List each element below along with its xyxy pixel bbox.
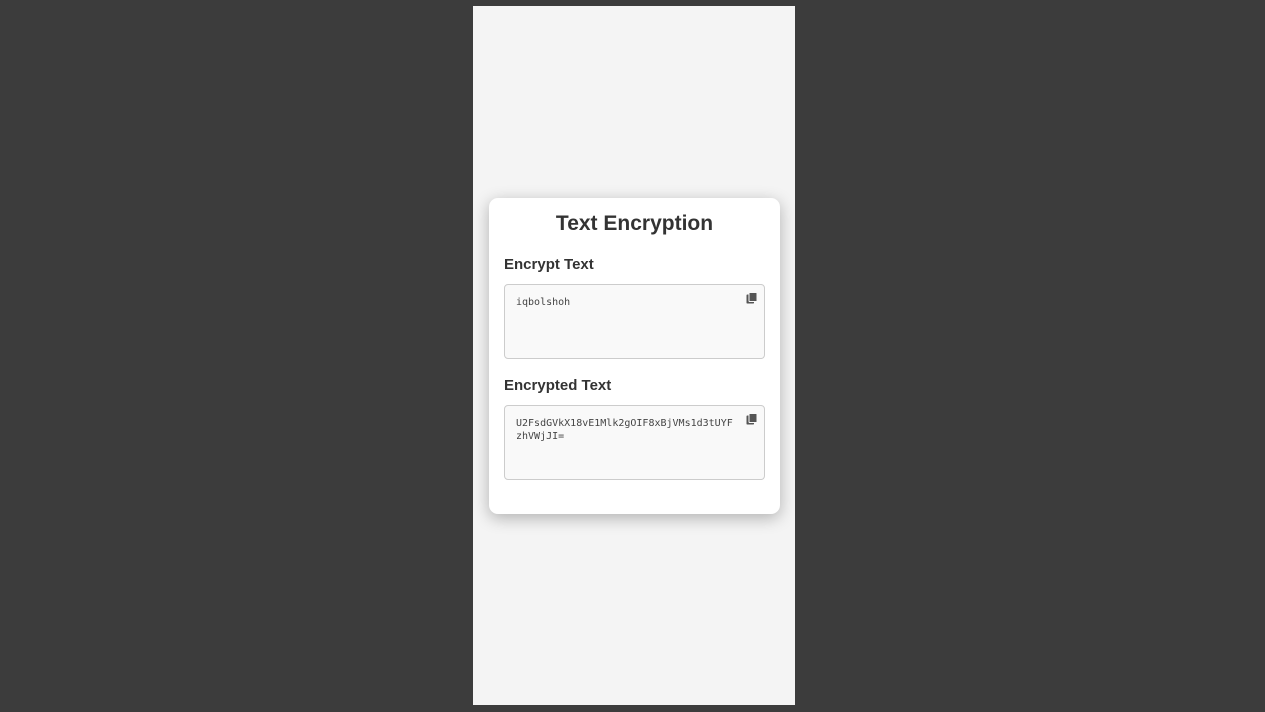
encrypted-text-label: Encrypted Text	[504, 377, 612, 394]
copy-encrypted-text-button[interactable]	[746, 413, 758, 425]
encrypted-text-field: U2FsdGVkX18vE1Mlk2gOIF8xBjVMs1d3tUYFzhVW…	[504, 405, 765, 480]
encrypt-text-field: iqbolshoh	[504, 284, 765, 359]
encrypt-text-label: Encrypt Text	[504, 256, 594, 273]
copy-icon	[746, 292, 758, 304]
copy-encrypt-text-button[interactable]	[746, 292, 758, 304]
app-viewport: Text Encryption Encrypt Text iqbolshoh E…	[473, 6, 795, 705]
encrypt-text-input[interactable]: iqbolshoh	[505, 285, 764, 358]
page-title: Text Encryption	[555, 212, 714, 235]
copy-icon	[746, 413, 758, 425]
encrypted-text-output[interactable]: U2FsdGVkX18vE1Mlk2gOIF8xBjVMs1d3tUYFzhVW…	[505, 406, 764, 479]
encryption-card: Text Encryption Encrypt Text iqbolshoh E…	[489, 198, 780, 514]
